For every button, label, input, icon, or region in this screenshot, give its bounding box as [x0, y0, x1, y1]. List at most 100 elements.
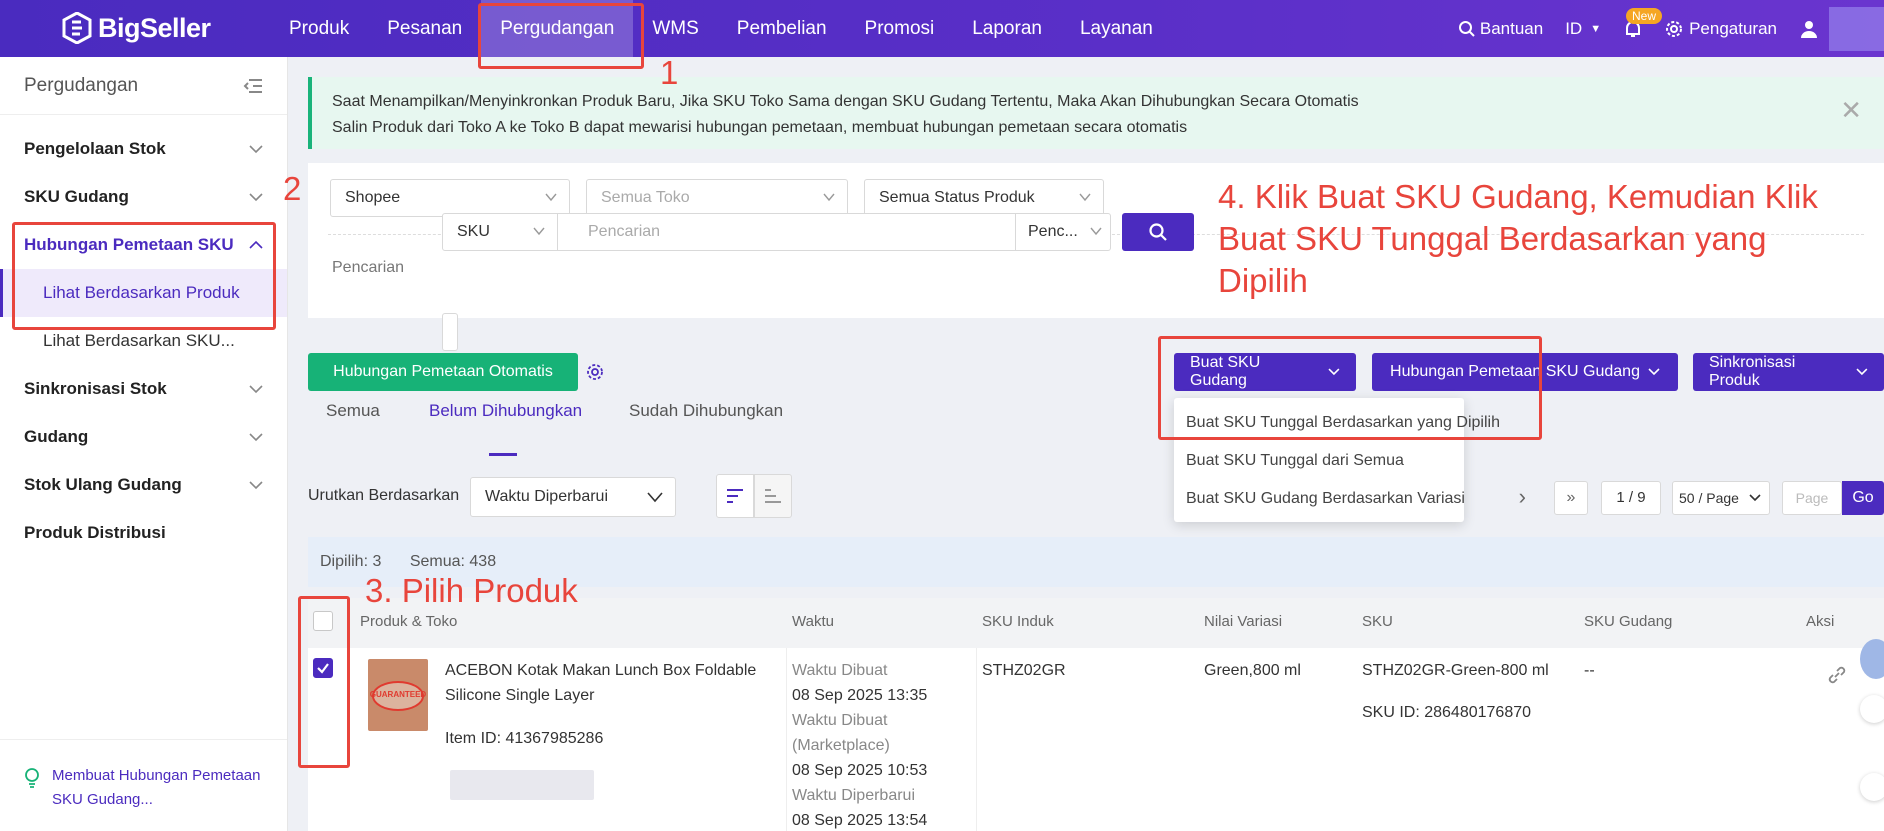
search-mode-value: Penc...	[1028, 223, 1078, 240]
notice-line-2: Salin Produk dari Toko A ke Toko B dapat…	[332, 119, 1188, 136]
sidebar-item-stok-ulang-gudang[interactable]: Stok Ulang Gudang	[0, 461, 287, 509]
parent-sku-value: STHZ02GR	[982, 662, 1066, 679]
store-name-redacted	[450, 770, 594, 800]
top-navbar: BigSeller Produk Pesanan Pergudangan WMS…	[0, 0, 1884, 57]
close-icon[interactable]: ✕	[1840, 97, 1862, 123]
chevron-down-icon	[545, 193, 557, 202]
help-label: Bantuan	[1479, 18, 1544, 38]
settings-link[interactable]: Pengaturan	[1665, 19, 1777, 39]
search-icon	[1149, 223, 1167, 241]
nav-pesanan[interactable]: Pesanan	[368, 0, 481, 57]
page-size-select[interactable]: 50 / Page	[1672, 481, 1770, 515]
nav-produk[interactable]: Produk	[270, 0, 368, 57]
last-page-button[interactable]: »	[1554, 481, 1588, 515]
menu-item-create-single-all[interactable]: Buat SKU Tunggal dari Semua	[1174, 442, 1464, 480]
product-title[interactable]: ACEBON Kotak Makan Lunch Box Foldable Si…	[445, 658, 775, 708]
feedback-icon[interactable]	[1860, 773, 1884, 801]
sync-product-label: Sinkronisasi Produk	[1709, 354, 1796, 389]
sidebar-title: Pergudangan	[24, 74, 139, 96]
search-field-value: SKU	[457, 223, 490, 240]
notice-line-1: Saat Menampilkan/Menyinkronkan Produk Ba…	[332, 93, 1359, 110]
nav-layanan[interactable]: Layanan	[1061, 0, 1172, 57]
link-icon[interactable]	[1826, 664, 1848, 686]
sidebar-item-produk-distribusi[interactable]: Produk Distribusi	[0, 509, 287, 557]
chevron-down-icon	[249, 385, 263, 394]
product-thumbnail[interactable]: GUARANTEED	[368, 659, 428, 731]
status-select[interactable]: Semua Status Produk	[864, 179, 1104, 217]
help-link[interactable]: Bantuan	[1458, 19, 1543, 39]
chevron-down-icon	[533, 227, 545, 236]
caret-down-icon: ▼	[1590, 22, 1602, 35]
sidebar-item-gudang[interactable]: Gudang	[0, 413, 287, 461]
store-select[interactable]: Semua Toko	[586, 179, 848, 217]
main-nav: Produk Pesanan Pergudangan WMS Pembelian…	[270, 0, 1172, 57]
sidebar-tip-link[interactable]: Membuat Hubungan Pemetaan SKU Gudang...	[52, 764, 263, 831]
collapse-menu-icon[interactable]	[243, 78, 263, 94]
sidebar-item-sku-gudang[interactable]: SKU Gudang	[0, 173, 287, 221]
col-divider	[976, 648, 977, 831]
sidebar-item-sinkronisasi-stok[interactable]: Sinkronisasi Stok	[0, 365, 287, 413]
prev-page-button[interactable]: ›	[1488, 481, 1526, 515]
nav-wms[interactable]: WMS	[633, 0, 717, 57]
new-badge: New	[1626, 8, 1663, 24]
user-icon	[1801, 20, 1817, 38]
tab-sudah-dihubungkan[interactable]: Sudah Dihubungkan	[629, 401, 783, 421]
brand-name: BigSeller	[98, 12, 211, 43]
annotation-step-4: 4. Klik Buat SKU Gudang, Kemudian Klik B…	[1218, 178, 1818, 299]
chevron-down-icon	[249, 145, 263, 154]
col-variation: Nilai Variasi	[1204, 613, 1283, 630]
sort-asc-button[interactable]	[754, 474, 792, 518]
sort-ascending-icon	[765, 489, 781, 503]
nav-promosi[interactable]: Promosi	[846, 0, 954, 57]
annotation-box-checkbox	[298, 596, 350, 768]
nav-pembelian[interactable]: Pembelian	[718, 0, 846, 57]
language-label: ID	[1565, 18, 1583, 38]
chat-icon[interactable]	[1860, 695, 1884, 723]
gear-icon[interactable]	[586, 363, 604, 381]
sidebar-item-label: Stok Ulang Gudang	[24, 475, 182, 494]
auto-map-button[interactable]: Hubungan Pemetaan Otomatis	[308, 353, 578, 391]
col-warehouse-sku: SKU Gudang	[1584, 613, 1673, 630]
tab-semua[interactable]: Semua	[326, 401, 380, 421]
language-select[interactable]: ID ▼	[1565, 19, 1601, 39]
bigseller-logo-icon	[62, 12, 92, 44]
search-field-select[interactable]: SKU	[442, 213, 558, 251]
annotation-box-sidebar	[12, 222, 276, 330]
gear-icon	[1666, 20, 1683, 37]
double-chevron-right-icon: »	[1566, 489, 1576, 506]
user-menu[interactable]	[1799, 19, 1819, 39]
product-table: Produk & Toko Waktu SKU Induk Nilai Vari…	[308, 598, 1884, 831]
sort-desc-button[interactable]	[716, 474, 754, 518]
sort-label: Urutkan Berdasarkan	[308, 487, 460, 504]
nav-laporan[interactable]: Laporan	[953, 0, 1061, 57]
annotation-box-nav	[478, 3, 644, 69]
go-button[interactable]: Go	[1842, 481, 1884, 515]
search-input[interactable]: Pencarian	[557, 213, 1016, 251]
chevron-down-icon	[249, 433, 263, 442]
time-updated-label: Waktu Diperbarui	[792, 787, 916, 804]
chevron-down-icon	[1749, 494, 1761, 502]
sort-select[interactable]: Waktu Diperbarui	[470, 477, 676, 517]
col-parent-sku: SKU Induk	[982, 613, 1054, 630]
sku-id: SKU ID: 286480176870	[1362, 704, 1532, 721]
user-avatar-redacted[interactable]	[1829, 6, 1884, 51]
sidebar-item-label: Produk Distribusi	[24, 523, 166, 542]
search-button[interactable]	[1122, 213, 1194, 251]
tab-belum-dihubungkan[interactable]: Belum Dihubungkan	[429, 401, 582, 421]
top-right-tools: Bantuan ID ▼ Pengaturan	[1458, 0, 1884, 57]
sidebar-item-pengelolaan-stok[interactable]: Pengelolaan Stok	[0, 125, 287, 173]
sidebar-tip[interactable]: Membuat Hubungan Pemetaan SKU Gudang...	[0, 739, 287, 831]
sync-product-button[interactable]: Sinkronisasi Produk	[1693, 353, 1884, 391]
support-avatar[interactable]	[1860, 639, 1884, 679]
bigseller-logo[interactable]: BigSeller	[62, 12, 211, 44]
search-mode-select[interactable]: Penc...	[1015, 213, 1111, 251]
page-number-input[interactable]: Page	[1782, 481, 1842, 515]
variation-value: Green,800 ml	[1204, 662, 1301, 679]
sidebar-item-label: SKU Gudang	[24, 187, 129, 206]
platform-select[interactable]: Shopee	[330, 179, 570, 217]
menu-item-create-by-variation[interactable]: Buat SKU Gudang Berdasarkan Variasi	[1174, 480, 1465, 518]
item-id: Item ID: 41367985286	[445, 730, 604, 747]
search-label: Pencarian	[332, 259, 405, 276]
lightbulb-icon	[25, 768, 39, 788]
col-product: Produk & Toko	[360, 613, 458, 630]
